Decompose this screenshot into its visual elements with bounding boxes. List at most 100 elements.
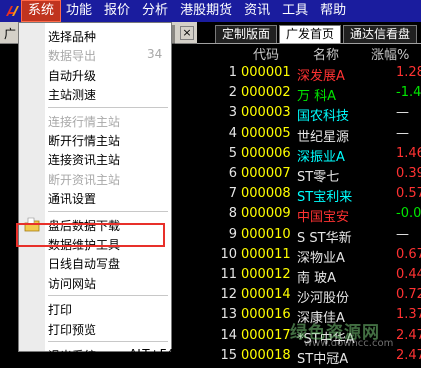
change-percent: 1.28	[396, 65, 421, 80]
row-index: 11	[220, 267, 237, 282]
menu-item-label: 访问网站	[48, 276, 97, 291]
menu-item-auto-update[interactable]: 自动升级	[19, 65, 171, 85]
table-row[interactable]: 8000009 中国宝安 -0.05	[197, 204, 421, 225]
menu-item-disconnect-info-server: 断开资讯主站	[19, 169, 171, 189]
menu-item-label: 自动升级	[48, 68, 97, 83]
change-percent: 0.57	[396, 186, 421, 202]
stock-name: 南 玻A	[297, 271, 337, 286]
table-row[interactable]: 3 000003 国农科技 —	[197, 103, 421, 125]
menu-item-export-data: 数据导出 34	[19, 45, 171, 65]
menu-separator	[48, 210, 168, 212]
menu-item-exit-system[interactable]: 退出系统 ALT+F4	[19, 345, 175, 365]
table-row[interactable]: 12 000014 沙河股份 0.72	[197, 285, 421, 307]
menu-item-6[interactable]: 工具	[276, 1, 314, 21]
tab-gf-home[interactable]: 广发首页	[279, 25, 342, 43]
menu-item-3[interactable]: 分析	[136, 1, 174, 21]
stock-code: 000012	[241, 267, 291, 282]
stock-code: 000011	[241, 246, 291, 262]
column-header-name[interactable]: 名称	[313, 44, 339, 63]
row-index: 8	[228, 206, 237, 222]
change-percent: —	[396, 105, 409, 121]
stock-name: 世纪星源	[297, 129, 350, 145]
menu-item-5[interactable]: 资讯	[238, 1, 276, 21]
stock-name: ST宝利来	[297, 190, 353, 206]
row-index: 13	[220, 307, 237, 323]
stock-code: 000003	[241, 105, 291, 121]
change-percent: 0.67	[396, 246, 421, 262]
stock-name: ST中冠A	[297, 351, 349, 367]
menu-item-4[interactable]: 港股期货	[174, 1, 238, 21]
stock-code: 000017	[241, 327, 291, 343]
table-row[interactable]: 7 000008 ST宝利来 0.57	[197, 184, 421, 206]
stock-name: 沙河股份	[297, 291, 350, 307]
stock-name: *ST中华A	[297, 331, 355, 347]
row-index: 15	[220, 347, 237, 363]
change-percent: 0.44	[396, 267, 421, 282]
menu-item-2[interactable]: 报价	[98, 1, 136, 21]
quote-table-header: 代码 名称 涨幅%	[197, 44, 421, 63]
tab-tdx-board[interactable]: 通达信看盘	[343, 25, 418, 43]
menu-item-7[interactable]: 帮助	[314, 1, 352, 21]
stock-name: S ST华新	[297, 230, 352, 246]
close-icon[interactable]: ×	[180, 26, 194, 40]
menu-item-data-maintenance-tool[interactable]: 数据维护工具	[19, 234, 171, 254]
column-header-change[interactable]: 涨幅%	[371, 44, 409, 63]
menu-item-label: 退出系统	[48, 349, 97, 363]
stock-code: 000014	[241, 287, 291, 303]
stock-code: 000002	[241, 85, 291, 101]
row-index: 9	[228, 226, 237, 242]
menu-item-disconnect-quote-server[interactable]: 断开行情主站	[19, 130, 171, 150]
stock-name: 万 科A	[297, 89, 337, 105]
table-row[interactable]: 9 000010 S ST华新 —	[197, 225, 421, 246]
stock-name: 深康佳A	[297, 311, 345, 327]
table-row[interactable]: 14 000017 *ST中华A 2.47	[197, 326, 421, 347]
menu-item-shortcut: ALT+F4	[129, 347, 175, 361]
column-header-code[interactable]: 代码	[253, 44, 279, 63]
stock-name: ST零七	[297, 170, 340, 185]
stock-code: 000009	[241, 206, 291, 222]
change-percent: —	[396, 125, 409, 141]
table-row[interactable]: 2000002 万 科A -1.40	[197, 83, 421, 105]
change-percent: 0.72	[396, 287, 421, 303]
menu-item-after-hours-download[interactable]: 盘后数据下载	[19, 215, 171, 235]
change-percent: —	[396, 226, 409, 242]
quote-tabstrip: 定制版面 广发首页 通达信看盘	[197, 22, 421, 44]
menu-separator	[48, 341, 168, 342]
menu-item-label: 打印预览	[48, 322, 97, 337]
left-panel-tab[interactable]: 广	[4, 25, 16, 42]
menu-item-server-speed-test[interactable]: 主站测速	[19, 84, 171, 104]
table-row[interactable]: 11 000012 南 玻A 0.44	[197, 265, 421, 286]
change-percent: 1.46	[396, 145, 421, 161]
table-row[interactable]: 5 000006 深振业A 1.46	[197, 144, 421, 165]
app-logo-icon[interactable]	[2, 1, 22, 21]
stock-code: 000007	[241, 166, 291, 181]
menu-item-visit-website[interactable]: 访问网站	[19, 273, 171, 293]
row-index: 2	[228, 85, 237, 101]
table-row[interactable]: 15 000018 ST中冠A 2.47	[197, 346, 421, 367]
menu-item-label: 主站测速	[48, 88, 97, 103]
row-index: 3	[228, 105, 237, 121]
table-row[interactable]: 4 000005 世纪星源 —	[197, 124, 421, 145]
table-row[interactable]: 6 000007 ST零七 0.39	[197, 164, 421, 185]
stock-name: 深振业A	[297, 149, 345, 165]
menu-item-1[interactable]: 功能	[60, 1, 98, 21]
menu-item-daily-auto-write[interactable]: 日线自动写盘	[19, 253, 171, 273]
change-percent: -1.40	[396, 85, 421, 101]
menu-item-label: 数据导出	[48, 49, 97, 64]
stock-name: 国农科技	[297, 109, 350, 125]
change-percent: 1.37	[396, 307, 421, 323]
menu-item-print-preview[interactable]: 打印预览	[19, 319, 171, 339]
menu-item-print[interactable]: 打印	[19, 299, 171, 319]
table-row[interactable]: 10 000011 深物业A 0.67	[197, 245, 421, 266]
table-row[interactable]: 1 000001 深发展A 1.28	[197, 63, 421, 84]
row-index: 7	[228, 186, 237, 202]
table-row[interactable]: 13 000016 深康佳A 1.37	[197, 305, 421, 327]
menu-item-label: 日线自动写盘	[48, 257, 121, 272]
menu-item-select-symbol[interactable]: 选择品种	[19, 26, 171, 46]
menu-item-0[interactable]: 系统	[20, 0, 62, 22]
stock-code: 000001	[241, 65, 291, 80]
tab-custom-layout[interactable]: 定制版面	[215, 25, 278, 43]
menu-item-connect-info-server[interactable]: 连接资讯主站	[19, 149, 171, 169]
menu-item-comm-settings[interactable]: 通讯设置	[19, 188, 171, 208]
stock-name: 深发展A	[297, 69, 345, 84]
